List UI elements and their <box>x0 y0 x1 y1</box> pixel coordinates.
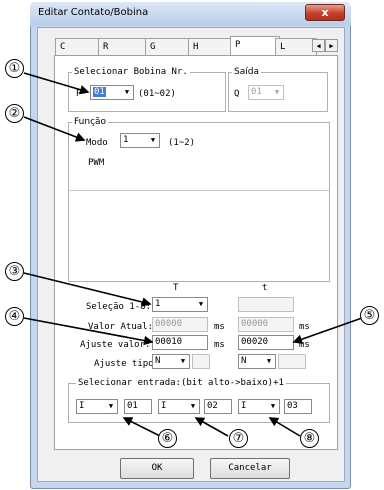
arrow-4 <box>23 317 154 346</box>
arrow-5 <box>292 317 363 344</box>
callout-6: ⑥ <box>158 429 177 448</box>
arrow-1 <box>23 72 90 95</box>
callout-2: ② <box>5 104 24 123</box>
callout-1: ① <box>5 59 24 78</box>
callout-5: ⑤ <box>360 306 379 325</box>
callout-arrows <box>23 72 363 437</box>
arrow-3 <box>23 272 152 307</box>
callout-7: ⑦ <box>229 429 248 448</box>
arrow-6 <box>122 417 161 437</box>
arrow-7 <box>194 417 229 437</box>
arrow-8 <box>268 417 301 437</box>
arrow-2 <box>23 116 86 142</box>
callout-4: ④ <box>5 307 24 326</box>
callout-8: ⑧ <box>300 429 319 448</box>
callout-3: ③ <box>5 262 24 281</box>
